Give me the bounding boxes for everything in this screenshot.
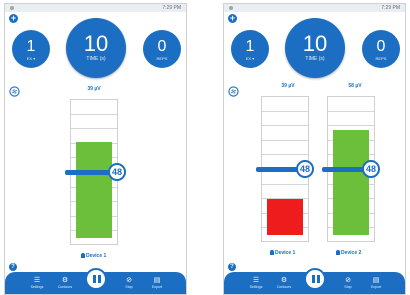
time-label: TIME (s)	[86, 56, 106, 62]
settings-button[interactable]: ☰ Settings	[246, 276, 266, 290]
status-time: 7:29 PM	[381, 5, 400, 11]
document-icon: ▤	[153, 277, 161, 284]
exercise-label: EX ▾	[245, 56, 255, 61]
status-time: 7:29 PM	[162, 5, 181, 11]
person-icon	[81, 253, 85, 258]
status-bar: 7:29 PM	[224, 4, 405, 12]
device-1-level-bar	[76, 142, 112, 238]
contours-button[interactable]: ⚙ Contours	[55, 276, 75, 290]
time-value: 10	[83, 31, 109, 56]
pause-button[interactable]	[304, 268, 326, 290]
device-1-uv-reading: 39 µV	[281, 83, 295, 89]
time-display: 10 TIME (s)	[66, 18, 126, 78]
bottom-toolbar: ☰ Settings ⚙ Contours ⊘ Stop ▤ Export	[5, 268, 186, 294]
device-2-label[interactable]: Device 2	[336, 250, 361, 256]
bottom-toolbar: ☰ Settings ⚙ Contours ⊘ Stop ▤ Export	[224, 268, 405, 294]
phone-screen-two-devices: 7:29 PM + 1 EX ▾ 10 TIME (s) 0 REPS 39 µ…	[223, 3, 406, 295]
document-icon: ▤	[372, 277, 380, 284]
exercise-label: EX ▾	[26, 56, 36, 61]
help-icon[interactable]: ?	[9, 263, 17, 271]
threshold-slider-handle[interactable]: 48	[108, 163, 126, 181]
add-device-icon[interactable]: +	[228, 14, 237, 23]
settings-button[interactable]: ☰ Settings	[27, 276, 47, 290]
device-2-uv-reading: 58 µV	[348, 83, 362, 89]
reps-label: REPS	[156, 56, 168, 61]
time-display: 10 TIME (s)	[285, 18, 345, 78]
reps-display: 0 REPS	[362, 30, 400, 68]
gear-icon: ⚙	[280, 277, 288, 284]
add-device-icon[interactable]: +	[9, 14, 18, 23]
time-value: 10	[302, 31, 328, 56]
gear-icon: ⚙	[61, 277, 69, 284]
exercise-value: 1	[245, 38, 255, 55]
link-icon[interactable]	[9, 86, 20, 97]
notification-icon	[229, 6, 233, 10]
device-2-threshold-slider-handle[interactable]: 48	[362, 160, 380, 178]
device-1-label[interactable]: Device 1	[270, 250, 295, 256]
export-button[interactable]: ▤ Export	[147, 276, 167, 290]
exercise-counter-button[interactable]: 1 EX ▾	[231, 30, 269, 68]
reps-value: 0	[376, 38, 386, 55]
stop-button[interactable]: ⊘ Stop	[338, 276, 358, 290]
sliders-icon: ☰	[33, 277, 41, 284]
device-1-uv-reading: 39 µV	[87, 86, 101, 92]
contours-button[interactable]: ⚙ Contours	[274, 276, 294, 290]
device-1-label[interactable]: Device 1	[81, 253, 106, 259]
reps-value: 0	[157, 38, 167, 55]
help-icon[interactable]: ?	[228, 263, 236, 271]
notification-icon	[10, 6, 14, 10]
person-icon	[270, 250, 274, 255]
stop-button[interactable]: ⊘ Stop	[119, 276, 139, 290]
exercise-counter-button[interactable]: 1 EX ▾	[12, 30, 50, 68]
device-1-level-bar	[267, 199, 303, 235]
reps-display: 0 REPS	[143, 30, 181, 68]
status-bar: 7:29 PM	[5, 4, 186, 12]
time-label: TIME (s)	[305, 56, 325, 62]
link-icon[interactable]	[228, 86, 239, 97]
sliders-icon: ☰	[252, 277, 260, 284]
phone-screen-single-device: 7:29 PM + 1 EX ▾ 10 TIME (s) 0 REPS 39 µ…	[4, 3, 187, 295]
device-1-threshold-slider-handle[interactable]: 48	[296, 160, 314, 178]
person-icon	[336, 250, 340, 255]
pause-button[interactable]	[85, 268, 107, 290]
device-2-level-bar	[333, 130, 369, 235]
stop-icon: ⊘	[345, 277, 351, 284]
reps-label: REPS	[375, 56, 387, 61]
stop-icon: ⊘	[126, 277, 132, 284]
export-button[interactable]: ▤ Export	[366, 276, 386, 290]
exercise-value: 1	[26, 38, 36, 55]
